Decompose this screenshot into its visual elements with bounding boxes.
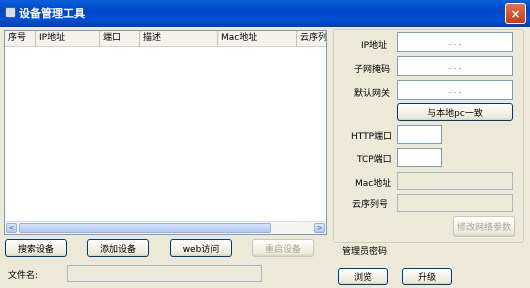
window-title: 设备管理工具 [19, 7, 85, 20]
default-gateway-field[interactable]: . . . [397, 80, 513, 100]
same-as-local-pc-button[interactable]: 与本地pc一致 [397, 103, 513, 121]
scroll-left-arrow-icon[interactable]: < [6, 223, 17, 233]
admin-password-label: 管理员密码 [342, 247, 388, 257]
browse-button[interactable]: 浏览 [338, 268, 388, 285]
ip-address-field[interactable]: . . . [397, 32, 513, 52]
device-list[interactable]: 序号 IP地址 端口 描述 Mac地址 云序列号 < > [4, 30, 327, 235]
search-devices-button[interactable]: 搜索设备 [5, 239, 67, 257]
http-port-label: HTTP端口 [351, 132, 393, 142]
scroll-thumb[interactable] [19, 223, 271, 233]
app-icon [5, 7, 16, 18]
scroll-right-arrow-icon[interactable]: > [314, 223, 325, 233]
cloud-serial-field [397, 194, 513, 212]
web-access-button[interactable]: web访问 [170, 239, 232, 257]
close-button[interactable]: × [505, 3, 526, 24]
file-name-label: 文件名: [8, 271, 39, 281]
subnet-mask-label: 子网掩码 [354, 65, 391, 75]
tcp-port-label: TCP端口 [357, 155, 392, 165]
column-header-serial[interactable]: 云序列号 [297, 31, 326, 46]
upgrade-button[interactable]: 升级 [402, 268, 452, 285]
cloud-serial-label: 云序列号 [352, 200, 389, 210]
horizontal-scrollbar[interactable]: < > [5, 221, 326, 234]
mac-address-label: Mac地址 [355, 179, 392, 189]
device-list-header: 序号 IP地址 端口 描述 Mac地址 云序列号 [5, 31, 326, 47]
restart-device-button[interactable]: 重启设备 [252, 239, 314, 257]
file-name-field[interactable] [67, 265, 262, 282]
add-device-button[interactable]: 添加设备 [87, 239, 149, 257]
modify-network-params-button[interactable]: 修改网络参数 [453, 216, 515, 237]
tcp-port-field[interactable] [397, 148, 442, 167]
ip-address-label: IP地址 [361, 41, 388, 51]
subnet-mask-field[interactable]: . . . [397, 56, 513, 76]
column-header-port[interactable]: 端口 [100, 31, 140, 46]
column-header-index[interactable]: 序号 [5, 31, 36, 46]
http-port-field[interactable] [397, 125, 442, 144]
column-header-description[interactable]: 描述 [140, 31, 218, 46]
default-gateway-label: 默认网关 [354, 89, 391, 99]
mac-address-field [397, 172, 513, 190]
column-header-ip[interactable]: IP地址 [36, 31, 100, 46]
column-header-mac[interactable]: Mac地址 [218, 31, 297, 46]
